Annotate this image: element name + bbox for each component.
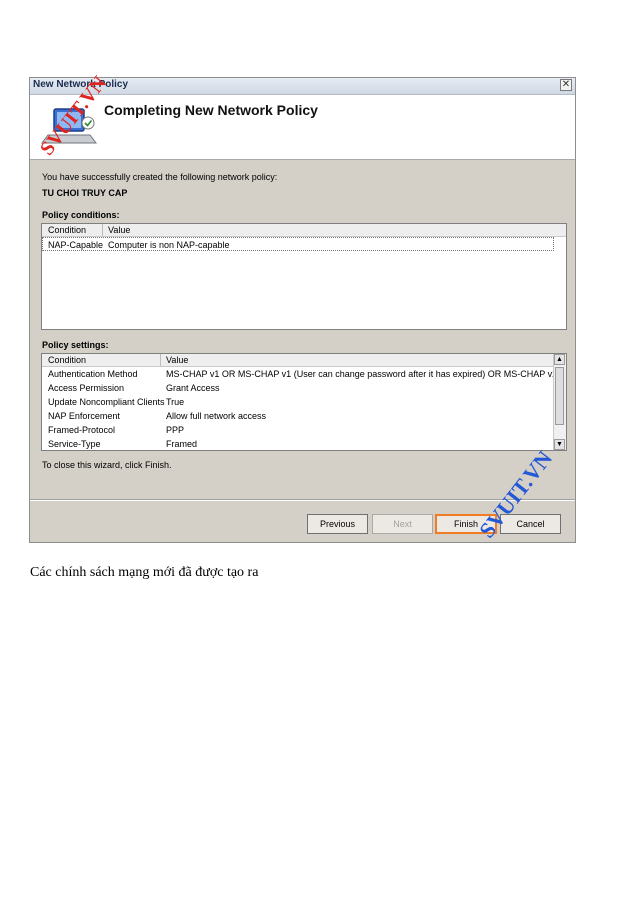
- value-cell: MS-CHAP v1 OR MS-CHAP v1 (User can chang…: [166, 369, 567, 379]
- column-header-condition[interactable]: Condition: [48, 355, 86, 365]
- value-cell: PPP: [166, 425, 185, 435]
- page-title: Completing New Network Policy: [104, 102, 318, 118]
- value-cell: Computer is non NAP-capable: [108, 240, 230, 250]
- scroll-thumb[interactable]: [555, 367, 564, 425]
- wizard-header: Completing New Network Policy SVUIT.VN: [30, 72, 575, 160]
- condition-cell: Update Noncompliant Clients: [48, 397, 165, 407]
- condition-cell: Authentication Method: [48, 369, 138, 379]
- column-header-value[interactable]: Value: [166, 355, 188, 365]
- title-bar: New Network Policy ✕: [30, 78, 575, 95]
- policy-settings-list[interactable]: Condition Value Authentication Method MS…: [41, 353, 567, 451]
- value-cell: True: [166, 397, 185, 407]
- policy-settings-heading: Policy settings:: [42, 340, 109, 350]
- settings-header-row: Condition Value: [42, 354, 554, 367]
- scroll-up-icon[interactable]: ▲: [554, 354, 565, 365]
- policy-conditions-list[interactable]: Condition Value NAP-Capable Computer is …: [41, 223, 567, 330]
- condition-cell: NAP Enforcement: [48, 411, 120, 421]
- value-cell: Allow full network access: [166, 411, 267, 421]
- intro-text: You have successfully created the follow…: [42, 172, 278, 182]
- value-cell: Framed: [166, 439, 198, 449]
- conditions-header-row: Condition Value: [42, 224, 566, 237]
- new-network-policy-dialog: New Network Policy ✕ Completing New Netw…: [29, 72, 576, 543]
- close-hint-text: To close this wizard, click Finish.: [42, 460, 172, 470]
- table-row[interactable]: NAP-Capable Computer is non NAP-capable: [42, 237, 554, 251]
- condition-cell: Framed-Protocol: [48, 425, 116, 435]
- condition-cell: Access Permission: [48, 383, 125, 393]
- vertical-scrollbar[interactable]: ▲ ▼: [553, 354, 566, 450]
- condition-cell: Service-Type: [48, 439, 101, 449]
- next-button[interactable]: Next: [372, 514, 433, 534]
- policy-conditions-heading: Policy conditions:: [42, 210, 120, 220]
- policy-name: TU CHOI TRUY CAP: [42, 188, 128, 198]
- document-caption: Các chính sách mạng mới đã được tạo ra: [30, 565, 259, 580]
- close-icon[interactable]: ✕: [560, 79, 572, 91]
- column-header-condition[interactable]: Condition: [48, 225, 86, 235]
- previous-button[interactable]: Previous: [307, 514, 368, 534]
- scroll-down-icon[interactable]: ▼: [554, 439, 565, 450]
- column-header-value[interactable]: Value: [108, 225, 130, 235]
- condition-cell: NAP-Capable: [48, 240, 104, 250]
- value-cell: Grant Access: [166, 383, 220, 393]
